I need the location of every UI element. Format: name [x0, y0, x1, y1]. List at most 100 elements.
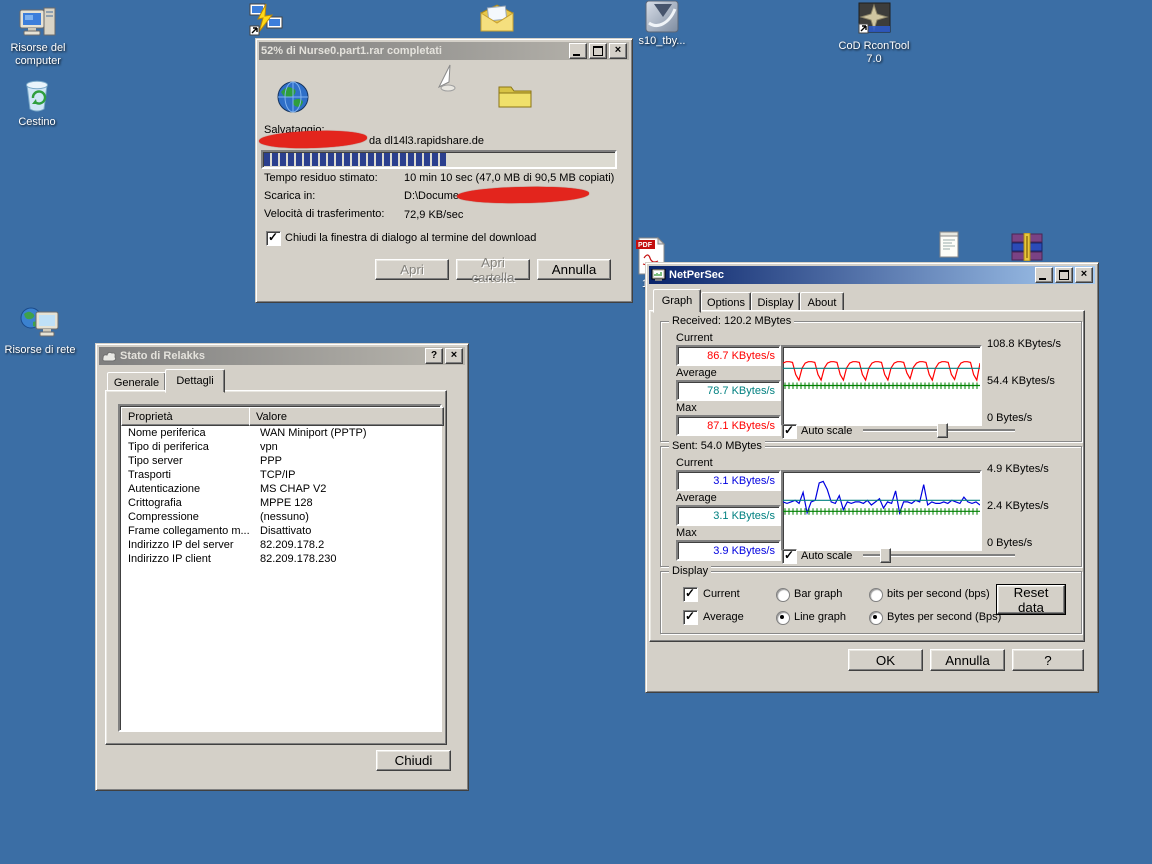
display-current-checkbox[interactable] [683, 587, 698, 602]
svg-text:PDF: PDF [638, 242, 653, 249]
table-row[interactable]: Indirizzo IP client82.209.178.230 [122, 552, 336, 566]
bar-graph-label: Bar graph [794, 588, 842, 601]
table-row[interactable]: AutenticazioneMS CHAP V2 [122, 482, 326, 496]
help-button[interactable]: ? [1012, 649, 1084, 671]
annulla-button[interactable]: Annulla [537, 259, 611, 280]
netpersec-app-icon [651, 269, 666, 282]
close-on-finish-checkbox[interactable] [266, 231, 281, 246]
bits-per-second-radio[interactable] [869, 588, 883, 602]
network-places-icon [19, 304, 61, 342]
display-average-label: Average [703, 611, 744, 624]
graph-tab-page: Received: 120.2 MBytes Current 86.7 KByt… [649, 310, 1085, 642]
table-row[interactable]: Nome perifericaWAN Miniport (PPTP) [122, 426, 367, 440]
column-header-value[interactable]: Valore [249, 407, 444, 426]
bar-graph-radio[interactable] [776, 588, 790, 602]
sent-current-field: 3.1 KBytes/s [676, 470, 781, 491]
average-label: Average [676, 367, 717, 380]
desktop-icon-s10-file[interactable]: s10_tby... [626, 0, 698, 48]
scale-max-label: 4.9 KBytes/s [987, 463, 1049, 476]
transfer-rate-value: 72,9 KB/sec [404, 209, 463, 221]
maximize-button[interactable] [589, 43, 607, 59]
column-header-property[interactable]: Proprietà [121, 407, 257, 426]
eta-value: 10 min 10 sec (47,0 MB di 90,5 MB copiat… [404, 172, 614, 184]
property-cell: Crittografia [122, 497, 256, 509]
bytes-per-second-radio[interactable] [869, 611, 883, 625]
netpersec-titlebar[interactable]: NetPerSec × [649, 266, 1095, 284]
table-row[interactable]: Tipo serverPPP [122, 454, 282, 468]
property-cell: Frame collegamento m... [122, 525, 256, 537]
winrar-archive-icon [1010, 233, 1044, 261]
received-graph [781, 345, 982, 426]
display-group: Display Current Average Bar graph Line g… [660, 571, 1082, 634]
received-scale-slider[interactable] [863, 423, 1015, 436]
globe-icon [276, 80, 310, 114]
icon-label: Cestino [18, 116, 55, 129]
received-autoscale-checkbox[interactable] [782, 424, 797, 439]
line-graph-radio[interactable] [776, 611, 790, 625]
value-cell: (nessuno) [256, 511, 309, 523]
sent-scale-slider[interactable] [863, 548, 1015, 561]
tab-label: Display [757, 297, 793, 309]
window-title: Stato di Relakks [120, 350, 422, 362]
average-label: Average [676, 492, 717, 505]
download-progress-window: 52% di Nurse0.part1.rar completati × Sal… [255, 38, 633, 303]
max-label: Max [676, 527, 697, 540]
value-cell: MPPE 128 [256, 497, 313, 509]
dettagli-tab-page: Proprietà Valore Nome perifericaWAN Mini… [105, 390, 447, 745]
table-row[interactable]: Compressione(nessuno) [122, 510, 309, 524]
tab-label: Generale [114, 377, 159, 389]
maximize-button[interactable] [1055, 267, 1073, 283]
apri-cartella-button[interactable]: Apri cartella [456, 259, 530, 280]
apri-button[interactable]: Apri [375, 259, 449, 280]
desktop-icon-recycle-bin[interactable]: Cestino [2, 76, 72, 129]
desktop-icon-my-computer[interactable]: Risorse del computer [2, 6, 74, 68]
tab-graph[interactable]: Graph [653, 289, 701, 313]
close-button[interactable]: × [445, 348, 463, 364]
close-on-finish-label: Chiudi la finestra di dialogo al termine… [285, 232, 536, 245]
reset-data-button[interactable]: Reset data [997, 585, 1065, 614]
desktop-icon-mail-folder[interactable] [477, 3, 517, 34]
desktop-icon-dialup-shortcut[interactable] [246, 2, 286, 36]
chiudi-button[interactable]: Chiudi [376, 750, 451, 771]
table-row[interactable]: Tipo di perifericavpn [122, 440, 278, 454]
window-title: NetPerSec [669, 269, 1032, 281]
received-max-field: 87.1 KBytes/s [676, 415, 781, 436]
annulla-button[interactable]: Annulla [930, 649, 1005, 671]
help-button[interactable]: ? [425, 348, 443, 364]
table-row[interactable]: Indirizzo IP del server82.209.178.2 [122, 538, 324, 552]
sent-autoscale-checkbox[interactable] [782, 549, 797, 564]
desktop-icon-cod-rcontool[interactable]: CoD RconTool 7.0 [836, 2, 912, 66]
relakks-titlebar[interactable]: Stato di Relakks ? × [99, 347, 465, 365]
tab-dettagli[interactable]: Dettagli [165, 369, 225, 393]
tab-label: About [808, 297, 837, 309]
autoscale-label: Auto scale [801, 550, 852, 563]
download-source: da dl14l3.rapidshare.de [369, 135, 484, 148]
table-row[interactable]: TrasportiTCP/IP [122, 468, 295, 482]
close-button[interactable]: × [1075, 267, 1093, 283]
minimize-button[interactable] [569, 43, 587, 59]
table-row[interactable]: CrittografiaMPPE 128 [122, 496, 313, 510]
scale-mid-label: 2.4 KBytes/s [987, 500, 1049, 513]
window-title: 52% di Nurse0.part1.rar completati [261, 45, 566, 57]
download-titlebar[interactable]: 52% di Nurse0.part1.rar completati × [259, 42, 629, 60]
slider-thumb[interactable] [880, 548, 891, 563]
cod-rcontool-icon [856, 2, 892, 38]
minimize-button[interactable] [1035, 267, 1053, 283]
property-cell: Trasporti [122, 469, 256, 481]
table-row[interactable]: Frame collegamento m...Disattivato [122, 524, 311, 538]
desktop-icon-network[interactable]: Risorse di rete [0, 304, 80, 357]
desktop-icon-notepad-file[interactable] [936, 230, 962, 259]
s10-file-icon [645, 0, 679, 33]
desktop-icon-winrar-file[interactable] [1008, 233, 1046, 261]
value-cell: 82.209.178.2 [256, 539, 324, 551]
display-average-checkbox[interactable] [683, 610, 698, 625]
scale-max-label: 108.8 KBytes/s [987, 338, 1061, 351]
property-cell: Tipo di periferica [122, 441, 256, 453]
value-cell: vpn [256, 441, 278, 453]
ok-button[interactable]: OK [848, 649, 923, 671]
icon-label: Risorse del computer [2, 42, 74, 68]
slider-thumb[interactable] [937, 423, 948, 438]
close-button[interactable]: × [609, 43, 627, 59]
connection-status-icon [101, 350, 117, 362]
scale-mid-label: 54.4 KBytes/s [987, 375, 1055, 388]
